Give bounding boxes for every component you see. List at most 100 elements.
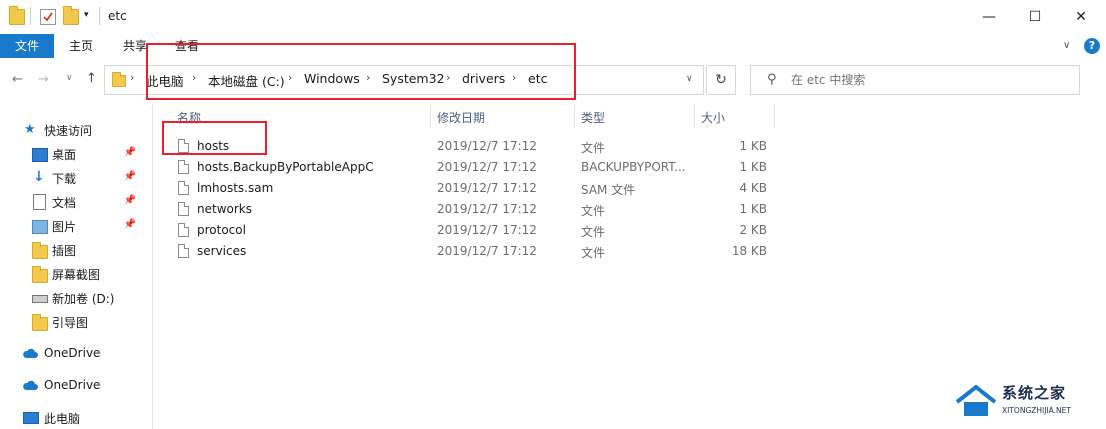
search-box[interactable]: ⚲ (750, 65, 1080, 95)
tab-home[interactable]: 主页 (60, 34, 102, 58)
sidebar-item-this-pc[interactable]: 此电脑 (0, 407, 152, 429)
document-icon (33, 194, 46, 210)
folder-icon (112, 72, 126, 87)
file-size: 1 KB (739, 160, 767, 174)
sidebar-item-downloads[interactable]: ↓ 下载 📌 (0, 167, 152, 189)
title-bar: ▾ etc — ☐ ✕ (0, 0, 1106, 34)
cloud-icon (22, 348, 38, 360)
divider (99, 7, 100, 25)
watermark-brand: 系统之家 (1002, 384, 1067, 402)
file-size: 1 KB (739, 139, 767, 153)
search-input[interactable] (789, 72, 1063, 88)
customize-quick-access-icon[interactable]: ▾ (84, 10, 89, 20)
sidebar-item-label: OneDrive (44, 346, 101, 360)
file-type: 文件 (581, 225, 606, 239)
sidebar-item-onedrive[interactable]: OneDrive (0, 343, 152, 365)
file-size: 4 KB (739, 181, 767, 195)
pin-icon[interactable]: 📌 (124, 147, 136, 158)
search-icon: ⚲ (767, 72, 777, 87)
column-header-date[interactable]: 修改日期 (437, 109, 485, 126)
file-icon (178, 223, 189, 237)
sidebar-item-onedrive-2[interactable]: OneDrive (0, 375, 152, 397)
column-divider[interactable] (774, 104, 775, 128)
pin-icon[interactable]: 📌 (124, 171, 136, 182)
back-icon[interactable]: ← (12, 72, 23, 87)
pin-icon[interactable]: 📌 (124, 195, 136, 206)
sidebar-item-label: 插图 (52, 244, 77, 258)
desktop-icon (32, 148, 48, 162)
up-icon[interactable]: ↑ (86, 71, 97, 86)
file-row[interactable]: protocol 2019/12/7 17:12 文件 2 KB (170, 220, 770, 241)
file-name: hosts.BackupByPortableAppC (197, 160, 374, 174)
download-icon: ↓ (33, 169, 45, 185)
tab-file[interactable]: 文件 (0, 34, 54, 58)
watermark-url: XITONGZHIJIA.NET (1002, 406, 1071, 415)
folder-icon (32, 314, 48, 331)
chevron-right-icon[interactable]: › (130, 71, 134, 84)
pin-icon[interactable]: 📌 (124, 219, 136, 230)
folder-icon (32, 266, 48, 283)
help-icon[interactable]: ? (1084, 38, 1100, 54)
file-row[interactable]: lmhosts.sam 2019/12/7 17:12 SAM 文件 4 KB (170, 178, 770, 199)
picture-icon (32, 220, 48, 234)
file-icon (178, 202, 189, 216)
forward-icon[interactable]: → (38, 72, 49, 87)
star-icon: ★ (24, 122, 36, 137)
sidebar-item-label: 新加卷 (D:) (52, 292, 115, 306)
file-date: 2019/12/7 17:12 (437, 181, 537, 195)
file-type: 文件 (581, 246, 606, 260)
file-name: lmhosts.sam (197, 181, 274, 195)
minimize-button[interactable]: — (966, 0, 1012, 34)
sidebar-item-screenshots[interactable]: 屏幕截图 (0, 263, 152, 285)
house-logo-icon (955, 384, 997, 416)
computer-icon (23, 412, 39, 424)
file-row[interactable]: services 2019/12/7 17:12 文件 18 KB (170, 241, 770, 262)
address-history-icon[interactable]: ∨ (686, 74, 693, 84)
column-divider[interactable] (574, 104, 575, 128)
cloud-icon (22, 380, 38, 392)
file-icon (178, 244, 189, 258)
folder-icon (9, 6, 25, 25)
file-icon (178, 181, 189, 195)
file-name: networks (197, 202, 252, 216)
sidebar-item-label: 文档 (52, 196, 77, 210)
address-highlight-box (146, 43, 576, 100)
sidebar-item-documents[interactable]: 文档 📌 (0, 191, 152, 213)
sidebar-item-desktop[interactable]: 桌面 📌 (0, 143, 152, 165)
window-title: etc (108, 9, 127, 23)
file-row[interactable]: hosts.BackupByPortableAppC 2019/12/7 17:… (170, 157, 770, 178)
column-divider[interactable] (430, 104, 431, 128)
file-row[interactable]: networks 2019/12/7 17:12 文件 1 KB (170, 199, 770, 220)
file-date: 2019/12/7 17:12 (437, 160, 537, 174)
sidebar-item-pictures[interactable]: 图片 📌 (0, 215, 152, 237)
file-size: 18 KB (731, 244, 767, 258)
watermark-logo: 系统之家 XITONGZHIJIA.NET (955, 378, 1100, 426)
column-header-type[interactable]: 类型 (581, 109, 605, 126)
properties-icon[interactable] (40, 9, 56, 25)
hosts-highlight-box (162, 121, 267, 155)
sidebar-item-drive-d[interactable]: 新加卷 (D:) (0, 287, 152, 309)
close-button[interactable]: ✕ (1058, 0, 1104, 34)
sidebar-item-label: 下载 (52, 172, 77, 186)
expand-ribbon-icon[interactable]: ∨ (1063, 40, 1070, 51)
file-type: BACKUPBYPORT... (581, 160, 686, 174)
sidebar-item-guide-images[interactable]: 引导图 (0, 311, 152, 333)
sidebar-item-quick-access[interactable]: ★ 快速访问 (0, 119, 152, 141)
sidebar-item-label: 图片 (52, 220, 77, 234)
sidebar-item-label: 此电脑 (44, 412, 81, 426)
column-header-size[interactable]: 大小 (701, 109, 725, 126)
sidebar-item-illustrations[interactable]: 插图 (0, 239, 152, 261)
file-name: protocol (197, 223, 246, 237)
column-divider[interactable] (694, 104, 695, 128)
refresh-button[interactable]: ↻ (706, 65, 736, 95)
file-type: 文件 (581, 204, 606, 218)
maximize-button[interactable]: ☐ (1012, 0, 1058, 34)
file-size: 2 KB (739, 223, 767, 237)
file-name: services (197, 244, 247, 258)
file-size: 1 KB (739, 202, 767, 216)
sidebar-item-label: 屏幕截图 (52, 268, 101, 282)
recent-locations-icon[interactable]: ∨ (66, 73, 73, 83)
sidebar-item-label: 桌面 (52, 148, 77, 162)
sidebar-item-label: 引导图 (52, 316, 89, 330)
new-folder-icon[interactable] (63, 6, 79, 25)
